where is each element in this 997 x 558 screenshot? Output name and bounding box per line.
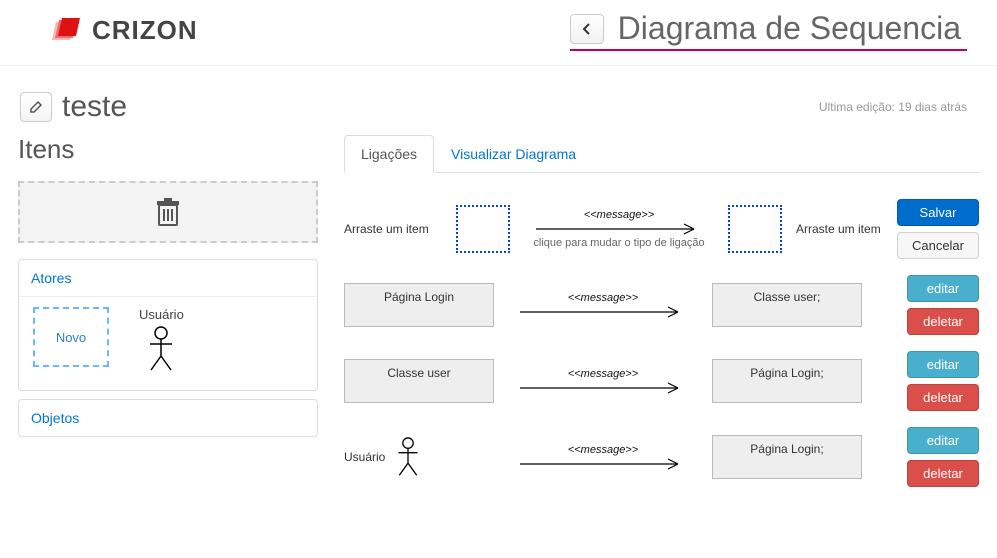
connection-row: Usuário <<message>> Página Login; edit <box>344 427 979 487</box>
sidebar-title: Itens <box>18 134 318 165</box>
connection-target[interactable]: Página Login; <box>712 435 862 479</box>
message-label[interactable]: <<message>> <box>568 444 638 456</box>
connection-source[interactable]: Página Login <box>344 283 494 327</box>
project-name: teste <box>62 90 127 124</box>
message-label[interactable]: <<message>> <box>568 368 638 380</box>
actor-item[interactable]: Usuário <box>139 307 184 372</box>
panel-atores: Atores Novo Usuário <box>18 259 318 391</box>
trash-drop-zone[interactable] <box>18 181 318 243</box>
sidebar: Itens Atores Novo Usuário <box>18 134 318 503</box>
new-actor-button[interactable]: Novo <box>33 307 109 367</box>
connection-row: Página Login <<message>> Classe user; ed… <box>344 275 979 335</box>
type-hint: clique para mudar o tipo de ligação <box>533 237 704 249</box>
edit-button[interactable]: editar <box>907 275 979 302</box>
tab-ligacoes[interactable]: Ligações <box>344 135 434 173</box>
source-drop-slot[interactable] <box>456 205 510 253</box>
delete-button[interactable]: deletar <box>907 384 979 411</box>
message-label[interactable]: <<message>> <box>568 292 638 304</box>
connection-target[interactable]: Página Login; <box>712 359 862 403</box>
chevron-left-icon <box>582 23 592 35</box>
back-button[interactable] <box>570 14 604 44</box>
last-edit-text: Ultima edição: 19 dias atrás <box>819 100 967 114</box>
save-button[interactable]: Salvar <box>897 199 979 226</box>
actor-label: Usuário <box>139 307 184 322</box>
arrow-icon[interactable] <box>518 382 688 394</box>
cancel-button[interactable]: Cancelar <box>897 232 979 259</box>
connection-row: Classe user <<message>> Página Login; ed… <box>344 351 979 411</box>
brand-text: CRIZON <box>92 15 198 46</box>
delete-button[interactable]: deletar <box>907 460 979 487</box>
connection-source-label: Usuário <box>344 450 385 464</box>
delete-button[interactable]: deletar <box>907 308 979 335</box>
trash-icon <box>155 197 181 227</box>
connections-editor: Arraste um item <<message>> clique para … <box>344 173 979 487</box>
app-header: CRIZON Diagrama de Sequencia <box>0 0 997 66</box>
drag-hint-left: Arraste um item <box>344 222 442 236</box>
edit-button[interactable]: editar <box>907 427 979 454</box>
panel-objetos-header[interactable]: Objetos <box>19 400 317 436</box>
arrow-icon[interactable] <box>518 458 688 470</box>
target-drop-slot[interactable] <box>728 205 782 253</box>
arrow-icon[interactable] <box>534 223 704 235</box>
connection-source[interactable]: Classe user <box>344 359 494 403</box>
edit-button[interactable]: editar <box>907 351 979 378</box>
actor-icon <box>395 436 421 478</box>
arrow-icon[interactable] <box>518 306 688 318</box>
page-title: Diagrama de Sequencia <box>618 10 961 47</box>
project-bar: teste Ultima edição: 19 dias atrás <box>0 66 997 128</box>
new-connection-row: Arraste um item <<message>> clique para … <box>344 199 979 259</box>
tab-bar: Ligações Visualizar Diagrama <box>344 134 979 173</box>
pencil-icon <box>29 100 43 114</box>
panel-atores-header[interactable]: Atores <box>19 260 317 296</box>
main-panel: Ligações Visualizar Diagrama Arraste um … <box>344 134 979 503</box>
message-placeholder[interactable]: <<message>> <box>584 209 654 221</box>
drag-hint-right: Arraste um item <box>796 222 881 236</box>
panel-objetos: Objetos <box>18 399 318 437</box>
connection-target[interactable]: Classe user; <box>712 283 862 327</box>
brand-icon <box>50 16 84 46</box>
edit-project-button[interactable] <box>20 92 52 122</box>
actor-icon <box>146 326 176 372</box>
brand[interactable]: CRIZON <box>50 15 198 46</box>
connection-source[interactable]: Usuário <box>344 436 494 478</box>
page-title-wrap: Diagrama de Sequencia <box>570 10 967 51</box>
tab-visualizar[interactable]: Visualizar Diagrama <box>434 135 593 173</box>
